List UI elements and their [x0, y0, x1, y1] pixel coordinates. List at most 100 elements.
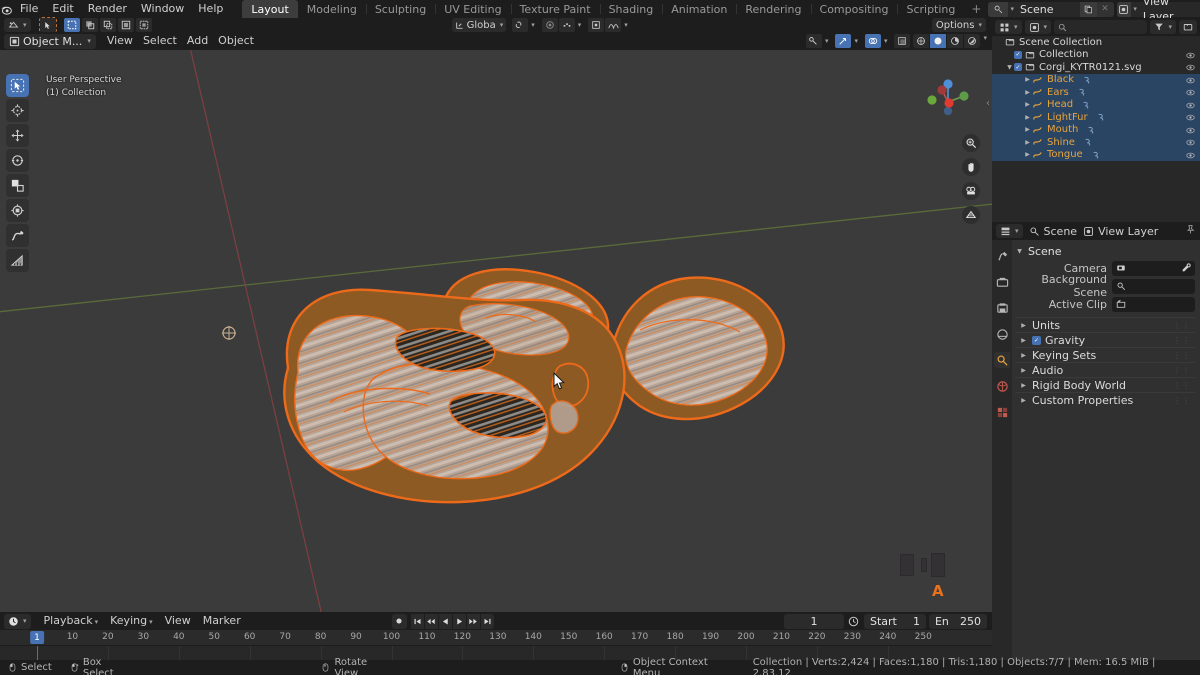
visibility-eye-icon[interactable]	[1186, 113, 1195, 122]
menu-window[interactable]: Window	[134, 0, 191, 18]
outliner-checkbox[interactable]: ✓	[1014, 50, 1022, 59]
properties-editor-type-selector[interactable]: ▾	[996, 224, 1023, 238]
overlays-chevron-icon[interactable]: ▾	[884, 37, 888, 45]
timeline-editor-type-selector[interactable]: ▾	[4, 613, 31, 629]
property-section-keying-sets[interactable]: ▶ Keying Sets ⋮⋮	[1015, 347, 1195, 362]
property-section-audio[interactable]: ▶ Audio ⋮⋮	[1015, 362, 1195, 377]
tab-view-layer[interactable]	[994, 326, 1010, 342]
select-extend-button[interactable]	[81, 18, 98, 32]
property-value-field[interactable]	[1112, 278, 1195, 294]
auto-keying-button[interactable]	[391, 613, 407, 629]
camera-view-icon[interactable]	[962, 182, 980, 200]
pin-id-icon[interactable]	[1185, 224, 1196, 238]
outliner-filter-button[interactable]: ▾	[1150, 20, 1176, 34]
proportional-falloff-button[interactable]	[605, 18, 622, 32]
tab-output[interactable]	[994, 300, 1010, 316]
current-frame-field[interactable]: 1	[783, 613, 844, 629]
workspace-tab-scripting[interactable]: Scripting	[897, 0, 964, 18]
outliner-row-mouth[interactable]: ▶ Mouth	[992, 123, 1200, 136]
disclosure-right-icon[interactable]: ▶	[1019, 367, 1028, 374]
remove-scene-button[interactable]: ✕	[1096, 1, 1114, 17]
disclosure-right-icon[interactable]: ▶	[1023, 151, 1032, 158]
mini-object-2[interactable]	[921, 558, 927, 572]
mini-object-1[interactable]	[900, 554, 914, 576]
viewport-menu-view[interactable]: View	[102, 34, 138, 48]
outliner-search-field[interactable]	[1054, 20, 1148, 34]
tweak-select-box-tool[interactable]	[6, 74, 29, 97]
outliner-editor-type-selector[interactable]: ▾	[995, 20, 1022, 34]
tab-world[interactable]	[994, 378, 1010, 394]
jump-to-next-keyframe-button[interactable]	[466, 613, 480, 629]
end-frame-field[interactable]: En 250	[928, 613, 987, 629]
viewport-canvas[interactable]: User Perspective (1) Collection ‹ A	[0, 50, 992, 612]
outliner-row-shine[interactable]: ▶ Shine	[992, 136, 1200, 149]
select-subtract-button[interactable]	[99, 18, 116, 32]
property-value-field[interactable]	[1112, 260, 1195, 276]
rotate-tool[interactable]	[6, 149, 29, 172]
move-tool[interactable]	[6, 124, 29, 147]
select-new-button[interactable]	[63, 18, 80, 32]
zoom-view-icon[interactable]	[962, 134, 980, 152]
show-gizmo-button[interactable]	[835, 34, 852, 48]
outliner-row-tongue[interactable]: ▶ Tongue	[992, 148, 1200, 161]
pivot-point-button[interactable]	[588, 18, 605, 32]
use-preview-range-icon[interactable]	[847, 616, 861, 627]
tab-scene[interactable]	[994, 352, 1010, 368]
object-type-visibility-button[interactable]	[805, 34, 822, 48]
timeline-menu-playback[interactable]: Playback ▾	[38, 612, 105, 631]
interaction-mode-selector[interactable]: Object M... ▾	[4, 33, 96, 49]
play-button[interactable]	[452, 613, 466, 629]
shading-wireframe-button[interactable]	[913, 34, 930, 48]
proportional-edit-button[interactable]	[541, 18, 558, 32]
add-workspace-button[interactable]: +	[964, 0, 988, 18]
section-checkbox[interactable]: ✓	[1032, 335, 1041, 345]
shading-material-preview-button[interactable]	[947, 34, 964, 48]
disclosure-down-icon[interactable]: ▼	[1005, 64, 1014, 71]
visibility-eye-icon[interactable]	[1186, 138, 1195, 147]
tweak-mode-button[interactable]	[38, 17, 57, 33]
menu-file[interactable]: File	[13, 0, 45, 18]
eyedropper-icon[interactable]	[1181, 263, 1191, 273]
shading-solid-button[interactable]	[930, 34, 947, 48]
menu-edit[interactable]: Edit	[45, 0, 80, 18]
outliner-row-lightfur[interactable]: ▶ LightFur	[992, 111, 1200, 124]
blender-logo-icon[interactable]	[0, 0, 13, 18]
shading-chevron-icon[interactable]: ▾	[983, 34, 987, 48]
disclosure-right-icon[interactable]: ▶	[1019, 337, 1028, 344]
property-value-field[interactable]	[1112, 296, 1195, 312]
annotate-tool[interactable]	[6, 224, 29, 247]
disclosure-right-icon[interactable]: ▶	[1023, 76, 1032, 83]
sidebar-collapse-icon[interactable]: ‹	[986, 98, 990, 109]
viewport-menu-select[interactable]: Select	[138, 34, 182, 48]
disclosure-right-icon[interactable]: ▶	[1019, 352, 1028, 359]
view-layer-selector[interactable]: ▾ View Layer ✕	[1116, 0, 1200, 23]
visibility-chevron-icon[interactable]: ▾	[825, 37, 829, 45]
show-overlays-button[interactable]	[864, 34, 881, 48]
disclosure-right-icon[interactable]: ▶	[1023, 139, 1032, 146]
outliner-row-head[interactable]: ▶ Head	[992, 98, 1200, 111]
outliner-row-black[interactable]: ▶ Black	[992, 73, 1200, 86]
tab-render[interactable]	[994, 274, 1010, 290]
workspace-tab-layout[interactable]: Layout	[242, 0, 298, 18]
play-reverse-button[interactable]	[438, 613, 452, 629]
select-intersect-button[interactable]	[135, 18, 152, 32]
shading-rendered-button[interactable]	[964, 34, 981, 48]
visibility-eye-icon[interactable]	[1186, 63, 1195, 72]
proportional-chevron-icon[interactable]: ▾	[578, 21, 582, 29]
outliner-row-ears[interactable]: ▶ Ears	[992, 86, 1200, 99]
transform-tool[interactable]	[6, 199, 29, 222]
disclosure-right-icon[interactable]: ▶	[1019, 397, 1028, 404]
snap-chevron-icon[interactable]: ▾	[531, 21, 535, 29]
jump-to-end-button[interactable]	[480, 613, 494, 629]
falloff-chevron-icon[interactable]: ▾	[624, 21, 628, 29]
navigation-gizmo[interactable]	[922, 76, 974, 128]
disclosure-right-icon[interactable]: ▶	[1023, 101, 1032, 108]
workspace-tab-uv-editing[interactable]: UV Editing	[435, 0, 510, 18]
visibility-eye-icon[interactable]	[1186, 51, 1195, 60]
visibility-eye-icon[interactable]	[1186, 151, 1195, 160]
outliner-new-collection-button[interactable]	[1179, 20, 1197, 34]
timeline-menu-marker[interactable]: Marker	[197, 612, 247, 630]
workspace-tab-rendering[interactable]: Rendering	[736, 0, 810, 18]
cursor-tool[interactable]	[6, 99, 29, 122]
viewport-menu-add[interactable]: Add	[182, 34, 213, 48]
